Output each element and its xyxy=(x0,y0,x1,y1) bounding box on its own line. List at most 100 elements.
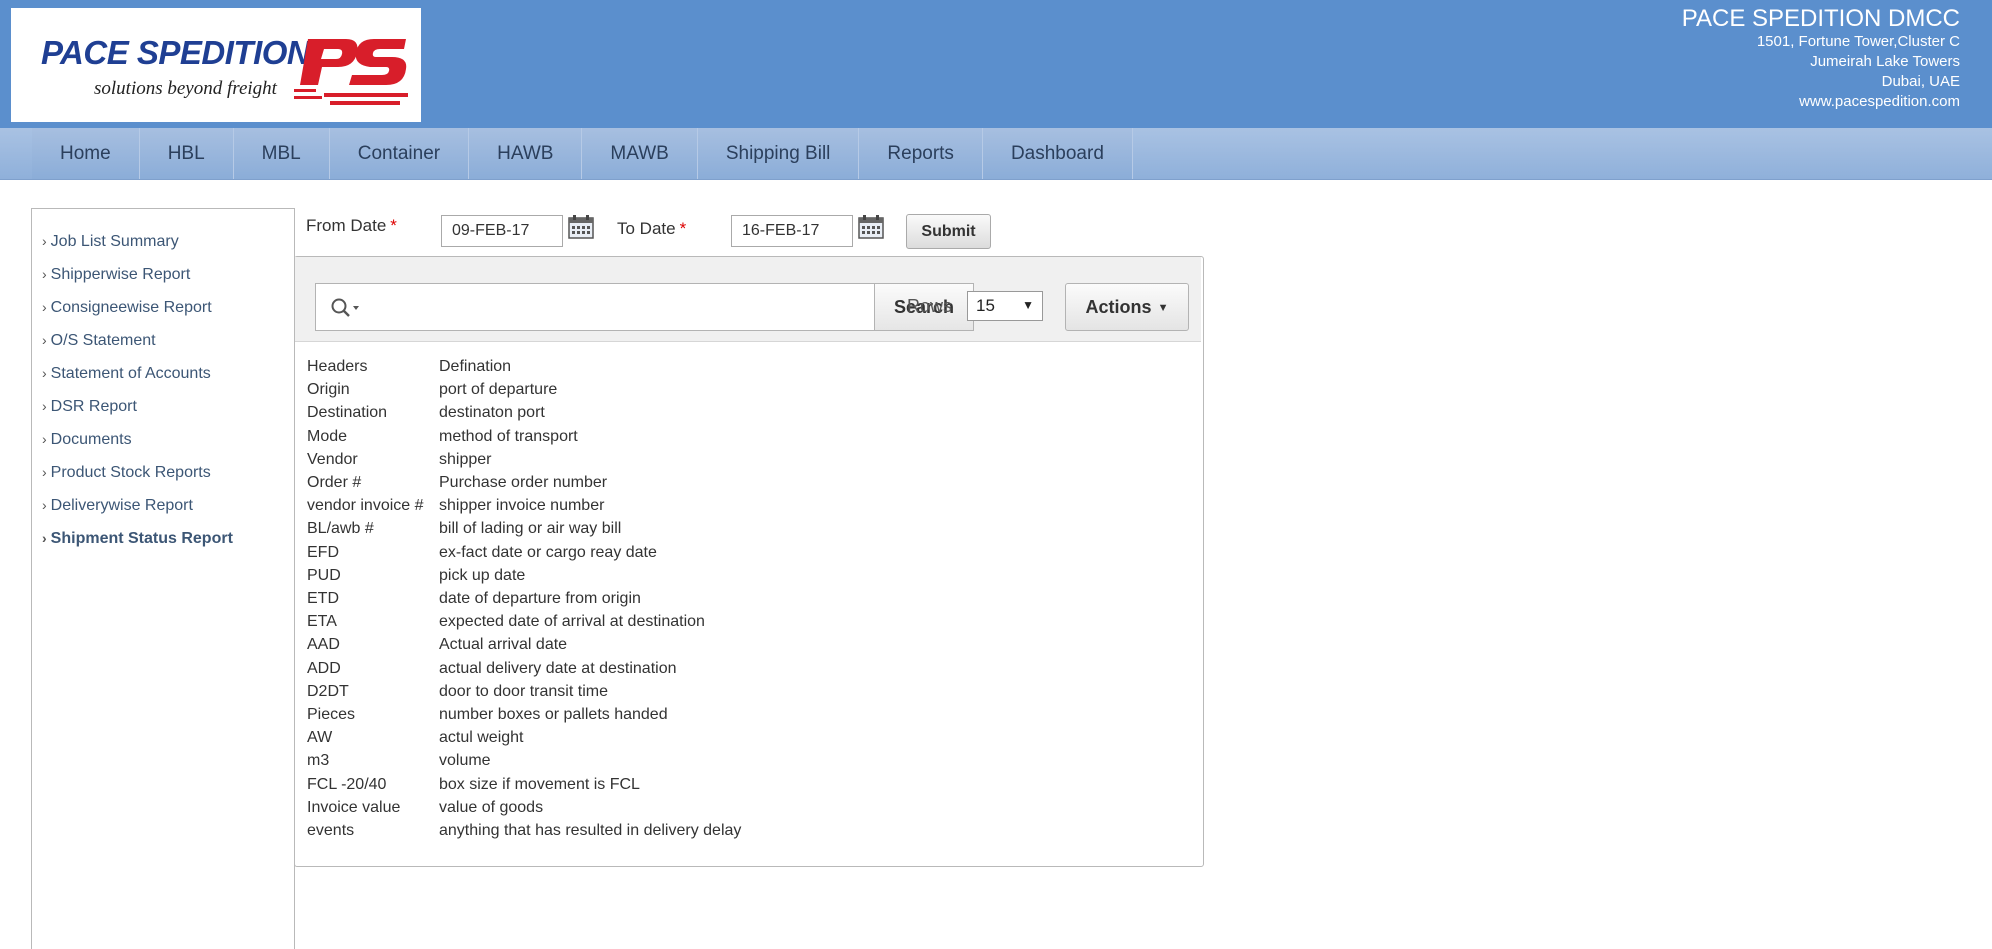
definition-row: Pieces number boxes or pallets handed xyxy=(307,703,741,726)
definition-row: Vendor shipper xyxy=(307,448,741,471)
nav-hbl[interactable]: HBL xyxy=(140,128,234,179)
sidebar-item-label: Job List Summary xyxy=(50,233,179,250)
definition-key: Headers xyxy=(307,358,368,375)
sidebar-item-label: DSR Report xyxy=(50,398,137,415)
chevron-right-icon: › xyxy=(42,299,47,315)
definition-key: events xyxy=(307,822,355,840)
definition-row: FCL -20/40 box size if movement is FCL xyxy=(307,773,741,796)
definition-key: Vendor xyxy=(307,450,358,468)
nav-mawb[interactable]: MAWB xyxy=(582,128,698,179)
definition-key: Mode xyxy=(307,427,348,445)
search-input[interactable] xyxy=(368,290,822,326)
sidebar-item-label: Consigneewise Report xyxy=(50,299,212,316)
required-marker: * xyxy=(390,216,397,235)
rows-per-page-select[interactable]: 15 ▼ xyxy=(967,291,1043,321)
definition-value: number boxes or pallets handed xyxy=(439,706,668,724)
to-date-input[interactable] xyxy=(731,215,853,247)
definition-key: BL/awb # xyxy=(307,520,374,538)
definition-value: pick up date xyxy=(439,566,526,584)
company-name: PACE SPEDITION DMCC xyxy=(1681,5,1960,32)
company-logo[interactable]: PACE SPEDITION solutions beyond freight xyxy=(11,8,421,122)
sidebar-item[interactable]: › Shipperwise Report xyxy=(42,258,294,291)
definition-key: PUD xyxy=(307,566,341,584)
actions-button[interactable]: Actions ▼ xyxy=(1065,283,1189,331)
definition-row: D2DT door to door transit time xyxy=(307,680,741,703)
chevron-right-icon: › xyxy=(42,332,47,348)
search-box[interactable] xyxy=(315,283,875,331)
definition-row: AW actul weight xyxy=(307,726,741,749)
company-website-link[interactable]: www.pacespedition.com xyxy=(1682,92,1960,112)
definition-row: ETA expected date of arrival at destinati… xyxy=(307,610,741,633)
definition-row: ETD date of departure from origin xyxy=(307,587,741,610)
chevron-right-icon: › xyxy=(42,530,47,546)
actions-label: Actions xyxy=(1085,296,1152,317)
definition-value: volume xyxy=(439,752,491,770)
sidebar-item[interactable]: › DSR Report xyxy=(42,390,294,423)
main-nav: Home HBL MBL Container HAWB MAWB Shippin… xyxy=(0,128,1992,180)
definition-value: port of departure xyxy=(439,381,558,399)
definition-value: Defination xyxy=(439,358,512,375)
from-date-input[interactable] xyxy=(441,215,563,247)
nav-shipping-bill[interactable]: Shipping Bill xyxy=(698,128,860,179)
definitions-table: Headers Defination Origin port of departure… xyxy=(307,355,741,842)
nav-dashboard[interactable]: Dashboard xyxy=(983,128,1133,179)
definition-value: bill of lading or air way bill xyxy=(439,520,622,538)
logo-tagline: solutions beyond freight xyxy=(94,78,277,99)
sidebar-item[interactable]: › Consigneewise Report xyxy=(42,291,294,324)
from-date-label: From Date * xyxy=(306,216,397,236)
definition-key: FCL -20/40 xyxy=(307,775,387,793)
sidebar-item[interactable]: › Statement of Accounts xyxy=(42,357,294,390)
sidebar-item[interactable]: › Job List Summary xyxy=(42,225,294,258)
calendar-icon[interactable] xyxy=(858,215,884,239)
sidebar-item[interactable]: › Deliverywise Report xyxy=(42,489,294,522)
definition-row: EFD ex-fact date or cargo reay date xyxy=(307,541,741,564)
nav-container[interactable]: Container xyxy=(330,128,470,179)
definition-row: PUD pick up date xyxy=(307,564,741,587)
nav-mbl[interactable]: MBL xyxy=(234,128,330,179)
report-toolbar: Search Rows 15 ▼ Actions ▼ xyxy=(295,257,1201,342)
definition-value: shipper xyxy=(439,450,492,468)
definition-key: vendor invoice # xyxy=(307,497,424,515)
definition-row: m3 volume xyxy=(307,749,741,772)
sidebar-item[interactable]: › Documents xyxy=(42,423,294,456)
ps-logo-icon xyxy=(294,39,408,105)
definition-row: events anything that has resulted in deli… xyxy=(307,819,741,842)
definition-key: Order # xyxy=(307,474,362,492)
definition-row: Invoice value value of goods xyxy=(307,796,741,819)
search-icon[interactable] xyxy=(330,297,362,319)
sidebar-item[interactable]: › Product Stock Reports xyxy=(42,456,294,489)
nav-reports[interactable]: Reports xyxy=(859,128,983,179)
to-date-label: To Date * xyxy=(617,219,686,239)
definition-key: m3 xyxy=(307,752,330,770)
chevron-right-icon: › xyxy=(42,497,47,513)
sidebar-item[interactable]: › Shipment Status Report xyxy=(42,522,294,555)
definition-row: Mode method of transport xyxy=(307,425,741,448)
definition-row: ADD actual delivery date at destination xyxy=(307,657,741,680)
definition-value: date of departure from origin xyxy=(439,590,641,608)
definition-value: box size if movement is FCL xyxy=(439,775,640,793)
definition-value: destinaton port xyxy=(439,404,545,422)
definition-row: Origin port of departure xyxy=(307,378,741,401)
chevron-right-icon: › xyxy=(42,365,47,381)
calendar-icon[interactable] xyxy=(568,215,594,239)
submit-button[interactable]: Submit xyxy=(906,214,991,249)
sidebar-item[interactable]: › O/S Statement xyxy=(42,324,294,357)
chevron-right-icon: › xyxy=(42,398,47,414)
chevron-right-icon: › xyxy=(42,431,47,447)
definition-key: EFD xyxy=(307,543,339,561)
nav-hawb[interactable]: HAWB xyxy=(469,128,583,179)
definition-row: Order # Purchase order number xyxy=(307,471,741,494)
definition-row: vendor invoice # shipper invoice number xyxy=(307,494,741,517)
definition-value: actual delivery date at destination xyxy=(439,659,677,677)
caret-down-icon: ▼ xyxy=(1157,301,1169,314)
nav-home[interactable]: Home xyxy=(32,128,140,179)
definition-value: method of transport xyxy=(439,427,578,445)
report-panel: Search Rows 15 ▼ Actions ▼ Headers Definat… xyxy=(294,256,1204,867)
definition-key: Pieces xyxy=(307,706,356,724)
sidebar-list: › Job List Summary › Shipperwise Report › Con… xyxy=(32,209,294,555)
app-header: PACE SPEDITION solutions beyond freight … xyxy=(0,0,1992,128)
definition-key: Invoice value xyxy=(307,798,401,816)
definition-key: AAD xyxy=(307,636,340,654)
chevron-down-icon: ▼ xyxy=(1022,298,1034,312)
from-date-label-text: From Date xyxy=(306,216,387,235)
